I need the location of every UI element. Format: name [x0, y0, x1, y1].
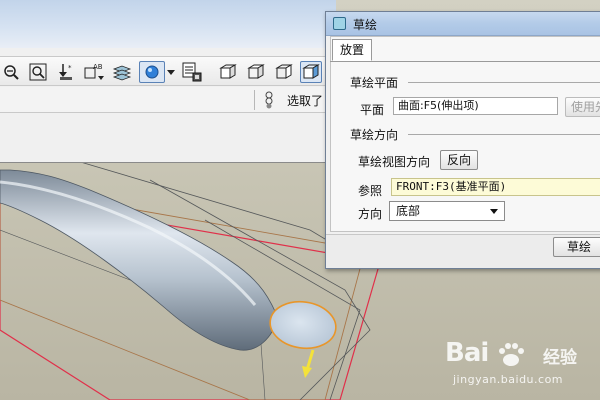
sketch-plane-face[interactable] — [267, 298, 339, 353]
title-bar — [0, 0, 336, 48]
status-row: 选取了 — [0, 87, 336, 113]
view-iso-icon[interactable] — [300, 61, 322, 83]
reference-label: 参照 — [358, 184, 383, 198]
direction-label: 方向 — [358, 207, 383, 221]
reference-field[interactable]: FRONT:F3(基准平面) — [391, 178, 600, 196]
datum-point-icon[interactable]: * — [55, 61, 77, 83]
plane-label: 平面 — [360, 103, 385, 117]
dialog-title: 草绘 — [353, 18, 378, 32]
view-direction-label: 草绘视图方向 — [358, 155, 431, 169]
layers-icon[interactable] — [111, 61, 133, 83]
plane-field[interactable]: 曲面:F5(伸出项) — [393, 97, 558, 115]
zoom-fit-icon[interactable] — [27, 61, 49, 83]
watermark-brand-suffix: 经验 — [543, 348, 577, 368]
icon-toolbar: * AB — [0, 56, 336, 86]
chevron-down-icon — [490, 209, 498, 214]
dropdown-arrow-icon[interactable] — [165, 61, 177, 83]
svg-text:AB: AB — [93, 63, 103, 71]
selection-status-label: 选取了 — [287, 94, 324, 108]
flip-button[interactable]: 反向 — [440, 150, 478, 170]
main-toolbar-window: * AB 选取了 — [0, 0, 336, 163]
sketch-app-icon — [333, 17, 346, 30]
swept-tube[interactable] — [0, 169, 279, 351]
sketch-plane-header: 草绘平面 — [350, 76, 399, 90]
direction-select[interactable]: 底部 — [389, 201, 505, 221]
dialog-footer: 草绘 — [326, 234, 600, 268]
watermark-brand: Bai — [445, 338, 489, 368]
group-divider — [408, 82, 600, 83]
direction-value: 底部 — [396, 204, 421, 218]
tab-divider — [330, 61, 600, 62]
baidu-watermark: Bai 经验 jingyan.baidu.com — [445, 338, 595, 388]
direction-arrow-head — [302, 366, 312, 378]
model-tree-icon[interactable] — [181, 61, 203, 83]
view-top-icon[interactable] — [245, 61, 267, 83]
watermark-url: jingyan.baidu.com — [453, 373, 564, 386]
sketch-dialog: 草绘 放置 草绘平面 平面 曲面:F5(伸出项) 使用先 草绘方向 草绘视图方向… — [325, 11, 600, 269]
view-front-icon[interactable] — [217, 61, 239, 83]
axis-text-icon[interactable]: AB — [83, 61, 105, 83]
paw-icon — [499, 343, 524, 366]
view-right-icon[interactable] — [273, 61, 295, 83]
zoom-out-icon[interactable] — [0, 61, 22, 83]
selection-filter-icon[interactable] — [262, 90, 276, 113]
group-divider — [408, 134, 600, 135]
tab-placement[interactable]: 放置 — [332, 39, 372, 61]
dialog-title-bar[interactable]: 草绘 — [326, 12, 600, 36]
sketch-orientation-header: 草绘方向 — [350, 128, 399, 142]
sketch-button[interactable]: 草绘 — [553, 237, 600, 257]
use-previous-button[interactable]: 使用先 — [565, 97, 600, 117]
display-style-icon[interactable] — [139, 61, 165, 83]
direction-arrow — [305, 349, 315, 371]
svg-text:*: * — [68, 64, 72, 72]
status-separator — [254, 90, 255, 110]
